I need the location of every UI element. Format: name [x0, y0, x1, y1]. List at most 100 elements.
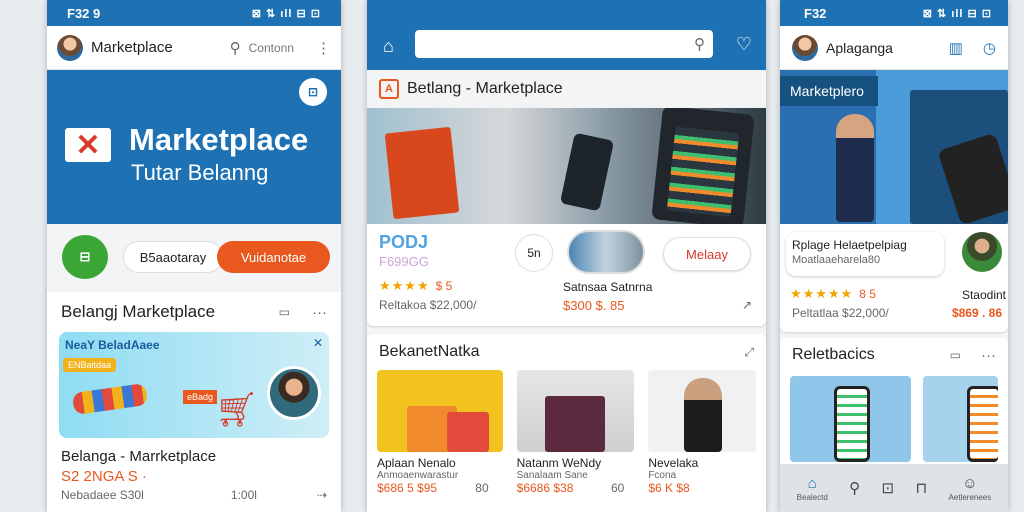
search-icon: ⚲ [694, 36, 705, 53]
phone-graphic [834, 386, 870, 462]
nav-add[interactable]: ⊡ [882, 479, 895, 498]
promo-banner[interactable]: NeaY BeladAaee ENBaitdaa eBadg 🛒︎ ✕ [59, 332, 329, 438]
green-badge[interactable]: ⊟ [62, 235, 108, 279]
more-horiz-icon[interactable]: ··· [981, 347, 996, 364]
rating-value: $ 5 [435, 279, 453, 293]
app-title: Marketplace [91, 39, 173, 56]
more-horiz-icon[interactable]: ··· [312, 304, 327, 321]
section-header: BekanetNatka ⤢ [367, 334, 766, 370]
product-count: 60 [610, 481, 625, 495]
phone-graphic-small [559, 132, 615, 212]
action-button[interactable]: Melaay [663, 237, 751, 271]
product-sub: Fcona [648, 470, 677, 481]
header: A Betlang - Marketplace [367, 70, 766, 108]
person-graphic [684, 378, 723, 452]
chart-icon[interactable]: ▥ [949, 39, 963, 57]
nav-search[interactable]: ⚲ [849, 479, 860, 498]
status-icons: ⊠ ⇅ ıll ⊟ ⊡ [251, 7, 321, 20]
store-icon: A [379, 79, 399, 99]
side-thumb [962, 232, 1002, 272]
avatar[interactable] [792, 34, 818, 61]
search-icon[interactable]: ⚲ [230, 39, 241, 57]
header-title: Betlang - Marketplace [407, 80, 563, 97]
price-label: Satnsaa Satnrna [563, 280, 653, 294]
product-price: S2 2NGA S · [61, 468, 147, 485]
nav-store[interactable]: ⊓ [915, 479, 927, 498]
store-thumb[interactable] [567, 230, 645, 274]
more-vert-icon[interactable]: ⋮ [316, 39, 331, 57]
expand-icon[interactable]: ⤢ [744, 345, 754, 360]
product-count: 80 [475, 481, 489, 495]
product-price-row: $686 5 $95 80 [377, 481, 503, 495]
nav-profile[interactable]: ☺ Aetlerenees [949, 475, 992, 502]
heart-icon[interactable]: ♡ [736, 34, 752, 55]
product-card[interactable]: Natanm WeNdy Sanalaam Sane $6686 $38 60 [516, 370, 635, 495]
arrow-icon[interactable]: ⇢ [317, 488, 327, 502]
status-icons: ⊠ ⇅ ıll ⊟ ⊡ [922, 7, 992, 20]
product-image [516, 370, 635, 452]
thumb-row [780, 372, 1008, 466]
image-icon[interactable]: ▭ [279, 305, 290, 319]
product-name: Natanm WeNdy [516, 456, 602, 470]
clock-icon[interactable]: ◷ [983, 39, 996, 57]
product-card[interactable]: Aplaan Nenalo Anmoaenwarastur $686 5 $95… [377, 370, 503, 495]
shopping-bag-graphic [384, 126, 460, 220]
search-input[interactable]: ⚲ [415, 30, 713, 58]
product-box: Rplage Helaetpelpiag Moatlaaeharela80 [786, 232, 944, 276]
section-card: BekanetNatka ⤢ Aplaan Nenalo Anmoaenwara… [367, 334, 766, 512]
app-bar: Marketplace ⚲ Contonn ⋮ [47, 26, 341, 70]
promo-code: PODJ [379, 232, 429, 252]
product-price-row: $6686 $38 60 [517, 481, 635, 495]
product-sub: Moatlaaeharela80 [792, 254, 881, 266]
hero-banner: ⊡ ✕ Marketplace Tutar Belanng [47, 70, 341, 224]
rating: ★★★★★ 8 5 [790, 286, 876, 302]
hero-card: PODJ F699GG ★★★★ $ 5 Reltakoa $22,000/ 5… [367, 108, 766, 326]
promo-code-sub: F699GG [379, 254, 429, 269]
add-box-icon: ⊡ [881, 479, 895, 497]
rating-value: 8 5 [859, 287, 876, 301]
hero-badge-icon[interactable]: ⊡ [299, 78, 327, 106]
filter-pill-left[interactable]: B5aaotaray [123, 241, 223, 273]
product-title: Rplage Helaetpelpiag [792, 238, 907, 252]
product-price: $686 5 $95 [377, 481, 438, 495]
side-title: Staodint [961, 288, 1006, 302]
top-bar: ⌂ ⚲ ♡ [367, 0, 766, 70]
phone-middle: ⌂ ⚲ ♡ A Betlang - Marketplace PODJ F699G… [367, 0, 766, 512]
section-title: BekanetNatka [379, 343, 480, 360]
section-title: Reletbacics [792, 346, 875, 363]
product-name: Aplaan Nenalo [377, 456, 456, 470]
product-name: Nevelaka [648, 456, 699, 470]
nav-home[interactable]: ⌂ Bealectd [797, 475, 828, 502]
round-chip[interactable]: 5n [515, 234, 553, 272]
stars-icon: ★★★★★ [790, 286, 854, 301]
product-price: $6686 $38 [516, 481, 574, 495]
phone-graphic [967, 386, 998, 462]
pill-row: ⊟ B5aaotaray Vuidanotae [47, 224, 341, 290]
rating: ★★★★ $ 5 [379, 278, 452, 294]
share-icon[interactable]: ↗ [742, 298, 752, 312]
home-icon[interactable]: ⌂ [383, 36, 394, 57]
status-time: F32 [804, 5, 827, 21]
phone-thumb[interactable] [790, 376, 912, 462]
phone-thumb[interactable] [923, 376, 998, 462]
filter-pill-right[interactable]: Vuidanotae [217, 241, 330, 273]
promo-tag: ENBaitdaa [63, 358, 117, 372]
avatar[interactable] [57, 34, 83, 61]
product-card[interactable]: Nevelaka Fcona $6 K $8 [648, 370, 756, 495]
banner-title: Marketplero [780, 76, 878, 106]
phone-left: F32 9 ⊠ ⇅ ıll ⊟ ⊡ Marketplace ⚲ Contonn … [47, 0, 341, 512]
image-icon[interactable]: ▭ [950, 348, 961, 362]
screen-graphic [666, 126, 740, 218]
hero-title: Marketplace [129, 122, 309, 157]
stars-icon: ★★★★ [379, 278, 430, 293]
search-icon: ⚲ [849, 479, 861, 497]
promo-close-icon[interactable]: ✕ [313, 336, 323, 350]
product-card[interactable]: Rplage Helaetpelpiag Moatlaaeharela80 ★★… [780, 224, 1008, 332]
nav-label: Bealectd [796, 492, 828, 502]
search-label[interactable]: Contonn [249, 41, 294, 55]
promo-title: NeaY BeladAaee [65, 338, 160, 352]
product-sub: Sanalaam Sane [516, 470, 588, 481]
product-price: $6 K $8 [648, 481, 690, 495]
app-bar: Aplaganga ▥ ◷ [780, 26, 1008, 70]
bottom-nav: ⌂ Bealectd ⚲ ⊡ ⊓ ☺ Aetlerenees [780, 464, 1008, 512]
